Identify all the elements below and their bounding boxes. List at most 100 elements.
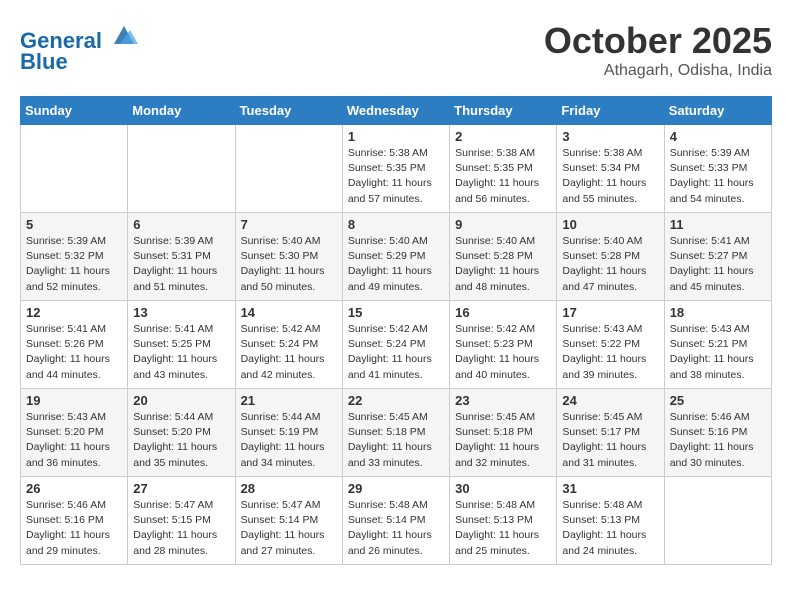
cell-info: Sunrise: 5:41 AMSunset: 5:27 PMDaylight:… <box>670 234 766 295</box>
calendar-cell: 21Sunrise: 5:44 AMSunset: 5:19 PMDayligh… <box>235 389 342 477</box>
calendar-week-row: 26 Sunrise: 5:46 AMSunset: 5:16 PMDayligh… <box>21 477 772 565</box>
calendar-cell: 18Sunrise: 5:43 AMSunset: 5:21 PMDayligh… <box>664 301 771 389</box>
calendar-cell: 10 Sunrise: 5:40 AMSunset: 5:28 PMDayligh… <box>557 213 664 301</box>
weekday-header: Friday <box>557 97 664 125</box>
cell-info: Sunrise: 5:42 AMSunset: 5:24 PMDaylight:… <box>348 322 444 383</box>
cell-info: Sunrise: 5:41 AMSunset: 5:26 PMDaylight:… <box>26 322 122 383</box>
day-number: 12 <box>26 305 122 320</box>
calendar-cell: 9Sunrise: 5:40 AMSunset: 5:28 PMDaylight… <box>450 213 557 301</box>
day-number: 6 <box>133 217 229 232</box>
calendar-cell <box>21 125 128 213</box>
cell-info: Sunrise: 5:39 AMSunset: 5:31 PMDaylight:… <box>133 234 229 295</box>
calendar-cell: 26 Sunrise: 5:46 AMSunset: 5:16 PMDayligh… <box>21 477 128 565</box>
cell-info: Sunrise: 5:41 AMSunset: 5:25 PMDaylight:… <box>133 322 229 383</box>
cell-info: Sunrise: 5:48 AMSunset: 5:14 PMDaylight:… <box>348 498 444 559</box>
day-number: 5 <box>26 217 122 232</box>
day-number: 27 <box>133 481 229 496</box>
cell-info: Sunrise: 5:38 AMSunset: 5:35 PMDaylight:… <box>348 146 444 207</box>
day-number: 18 <box>670 305 766 320</box>
calendar-week-row: 12 Sunrise: 5:41 AMSunset: 5:26 PMDayligh… <box>21 301 772 389</box>
day-number: 31 <box>562 481 658 496</box>
day-number: 3 <box>562 129 658 144</box>
calendar-week-row: 5 Sunrise: 5:39 AMSunset: 5:32 PMDaylight… <box>21 213 772 301</box>
calendar-cell: 28 Sunrise: 5:47 AMSunset: 5:14 PMDayligh… <box>235 477 342 565</box>
day-number: 2 <box>455 129 551 144</box>
day-number: 24 <box>562 393 658 408</box>
cell-info: Sunrise: 5:44 AMSunset: 5:19 PMDaylight:… <box>241 410 337 471</box>
calendar-cell: 24 Sunrise: 5:45 AMSunset: 5:17 PMDayligh… <box>557 389 664 477</box>
logo: General Blue <box>20 20 138 75</box>
calendar-cell: 23 Sunrise: 5:45 AMSunset: 5:18 PMDayligh… <box>450 389 557 477</box>
calendar-week-row: 1 Sunrise: 5:38 AMSunset: 5:35 PMDaylight… <box>21 125 772 213</box>
logo-icon <box>110 20 138 48</box>
calendar-cell: 5 Sunrise: 5:39 AMSunset: 5:32 PMDaylight… <box>21 213 128 301</box>
calendar-cell: 25 Sunrise: 5:46 AMSunset: 5:16 PMDayligh… <box>664 389 771 477</box>
calendar-cell: 22Sunrise: 5:45 AMSunset: 5:18 PMDayligh… <box>342 389 449 477</box>
day-number: 29 <box>348 481 444 496</box>
weekday-header: Thursday <box>450 97 557 125</box>
day-number: 26 <box>26 481 122 496</box>
cell-info: Sunrise: 5:40 AMSunset: 5:29 PMDaylight:… <box>348 234 444 295</box>
day-number: 16 <box>455 305 551 320</box>
day-number: 19 <box>26 393 122 408</box>
day-number: 20 <box>133 393 229 408</box>
day-number: 23 <box>455 393 551 408</box>
calendar-cell: 2Sunrise: 5:38 AMSunset: 5:35 PMDaylight… <box>450 125 557 213</box>
day-number: 30 <box>455 481 551 496</box>
weekday-header: Wednesday <box>342 97 449 125</box>
calendar-cell: 14 Sunrise: 5:42 AMSunset: 5:24 PMDayligh… <box>235 301 342 389</box>
calendar-cell: 16 Sunrise: 5:42 AMSunset: 5:23 PMDayligh… <box>450 301 557 389</box>
calendar-cell: 8 Sunrise: 5:40 AMSunset: 5:29 PMDaylight… <box>342 213 449 301</box>
cell-info: Sunrise: 5:42 AMSunset: 5:24 PMDaylight:… <box>241 322 337 383</box>
day-number: 25 <box>670 393 766 408</box>
cell-info: Sunrise: 5:42 AMSunset: 5:23 PMDaylight:… <box>455 322 551 383</box>
weekday-header: Monday <box>128 97 235 125</box>
day-number: 8 <box>348 217 444 232</box>
calendar-cell: 6 Sunrise: 5:39 AMSunset: 5:31 PMDaylight… <box>128 213 235 301</box>
calendar-cell: 7 Sunrise: 5:40 AMSunset: 5:30 PMDaylight… <box>235 213 342 301</box>
cell-info: Sunrise: 5:40 AMSunset: 5:28 PMDaylight:… <box>562 234 658 295</box>
day-number: 10 <box>562 217 658 232</box>
calendar-cell: 11Sunrise: 5:41 AMSunset: 5:27 PMDayligh… <box>664 213 771 301</box>
cell-info: Sunrise: 5:45 AMSunset: 5:18 PMDaylight:… <box>348 410 444 471</box>
cell-info: Sunrise: 5:45 AMSunset: 5:18 PMDaylight:… <box>455 410 551 471</box>
day-number: 17 <box>562 305 658 320</box>
calendar-cell: 13Sunrise: 5:41 AMSunset: 5:25 PMDayligh… <box>128 301 235 389</box>
calendar-cell <box>664 477 771 565</box>
cell-info: Sunrise: 5:38 AMSunset: 5:34 PMDaylight:… <box>562 146 658 207</box>
weekday-header-row: SundayMondayTuesdayWednesdayThursdayFrid… <box>21 97 772 125</box>
title-block: October 2025 Athagarh, Odisha, India <box>544 20 772 80</box>
day-number: 4 <box>670 129 766 144</box>
day-number: 14 <box>241 305 337 320</box>
calendar-cell: 31 Sunrise: 5:48 AMSunset: 5:13 PMDayligh… <box>557 477 664 565</box>
cell-info: Sunrise: 5:45 AMSunset: 5:17 PMDaylight:… <box>562 410 658 471</box>
day-number: 9 <box>455 217 551 232</box>
cell-info: Sunrise: 5:46 AMSunset: 5:16 PMDaylight:… <box>670 410 766 471</box>
day-number: 7 <box>241 217 337 232</box>
cell-info: Sunrise: 5:48 AMSunset: 5:13 PMDaylight:… <box>455 498 551 559</box>
calendar-cell: 20 Sunrise: 5:44 AMSunset: 5:20 PMDayligh… <box>128 389 235 477</box>
calendar-cell: 1 Sunrise: 5:38 AMSunset: 5:35 PMDaylight… <box>342 125 449 213</box>
cell-info: Sunrise: 5:43 AMSunset: 5:20 PMDaylight:… <box>26 410 122 471</box>
cell-info: Sunrise: 5:44 AMSunset: 5:20 PMDaylight:… <box>133 410 229 471</box>
weekday-header: Tuesday <box>235 97 342 125</box>
cell-info: Sunrise: 5:40 AMSunset: 5:30 PMDaylight:… <box>241 234 337 295</box>
calendar-cell: 12 Sunrise: 5:41 AMSunset: 5:26 PMDayligh… <box>21 301 128 389</box>
cell-info: Sunrise: 5:39 AMSunset: 5:32 PMDaylight:… <box>26 234 122 295</box>
cell-info: Sunrise: 5:46 AMSunset: 5:16 PMDaylight:… <box>26 498 122 559</box>
cell-info: Sunrise: 5:47 AMSunset: 5:15 PMDaylight:… <box>133 498 229 559</box>
calendar-cell: 27 Sunrise: 5:47 AMSunset: 5:15 PMDayligh… <box>128 477 235 565</box>
cell-info: Sunrise: 5:47 AMSunset: 5:14 PMDaylight:… <box>241 498 337 559</box>
page-header: General Blue October 2025 Athagarh, Odis… <box>20 20 772 80</box>
day-number: 28 <box>241 481 337 496</box>
calendar-table: SundayMondayTuesdayWednesdayThursdayFrid… <box>20 96 772 565</box>
cell-info: Sunrise: 5:39 AMSunset: 5:33 PMDaylight:… <box>670 146 766 207</box>
day-number: 15 <box>348 305 444 320</box>
day-number: 1 <box>348 129 444 144</box>
calendar-cell: 3 Sunrise: 5:38 AMSunset: 5:34 PMDaylight… <box>557 125 664 213</box>
cell-info: Sunrise: 5:48 AMSunset: 5:13 PMDaylight:… <box>562 498 658 559</box>
cell-info: Sunrise: 5:43 AMSunset: 5:22 PMDaylight:… <box>562 322 658 383</box>
location: Athagarh, Odisha, India <box>544 62 772 80</box>
weekday-header: Saturday <box>664 97 771 125</box>
calendar-cell: 15 Sunrise: 5:42 AMSunset: 5:24 PMDayligh… <box>342 301 449 389</box>
